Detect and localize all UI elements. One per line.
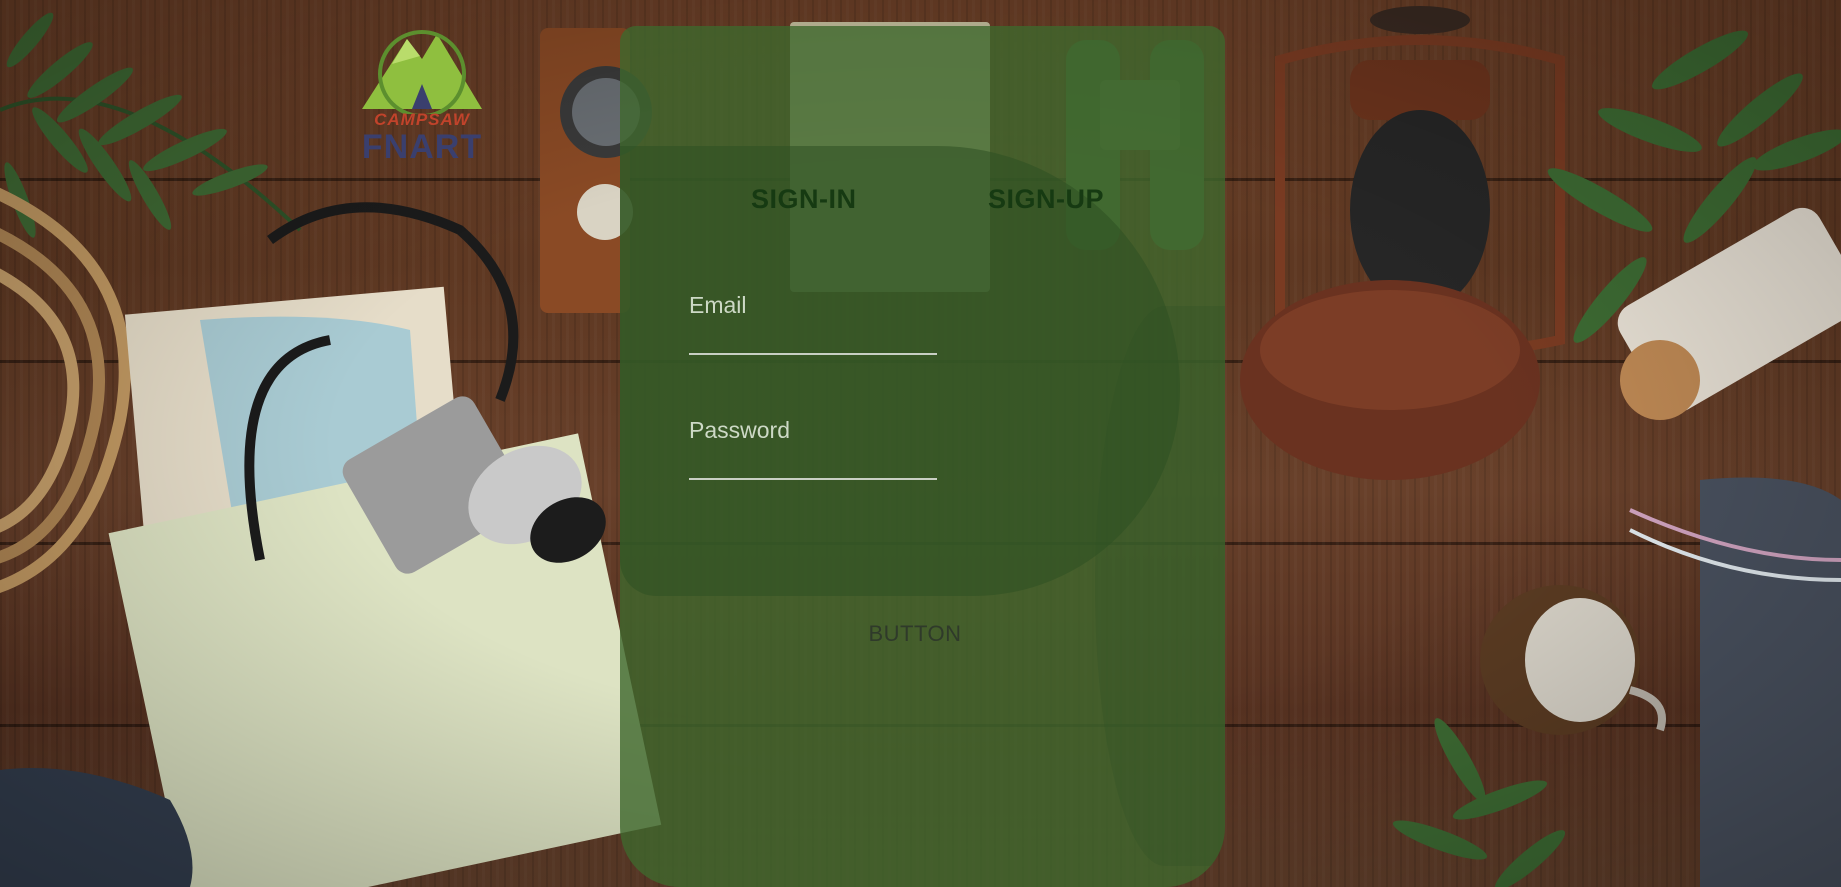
email-field-group: Email: [689, 292, 937, 355]
auth-panel: SIGN-IN SIGN-UP Email Password BUTTON: [620, 26, 1225, 887]
tab-sign-up[interactable]: SIGN-UP: [988, 184, 1104, 215]
campsaw-logo: CAMPSAW FNART: [352, 14, 492, 164]
email-label: Email: [689, 292, 747, 318]
submit-button[interactable]: BUTTON: [850, 616, 980, 652]
password-input[interactable]: [689, 448, 937, 480]
tab-sign-in[interactable]: SIGN-IN: [751, 184, 857, 215]
logo-line1: CAMPSAW: [374, 110, 470, 129]
password-label: Password: [689, 417, 790, 443]
password-field-group: Password: [689, 417, 937, 480]
email-input[interactable]: [689, 323, 937, 355]
logo-line2: FNART: [361, 128, 483, 166]
login-page-background: CAMPSAW FNART SIGN-IN SIGN-UP Email Pass…: [0, 0, 1841, 887]
mountain-logo-icon: [362, 30, 482, 118]
panel-side-shape: [1095, 306, 1225, 866]
